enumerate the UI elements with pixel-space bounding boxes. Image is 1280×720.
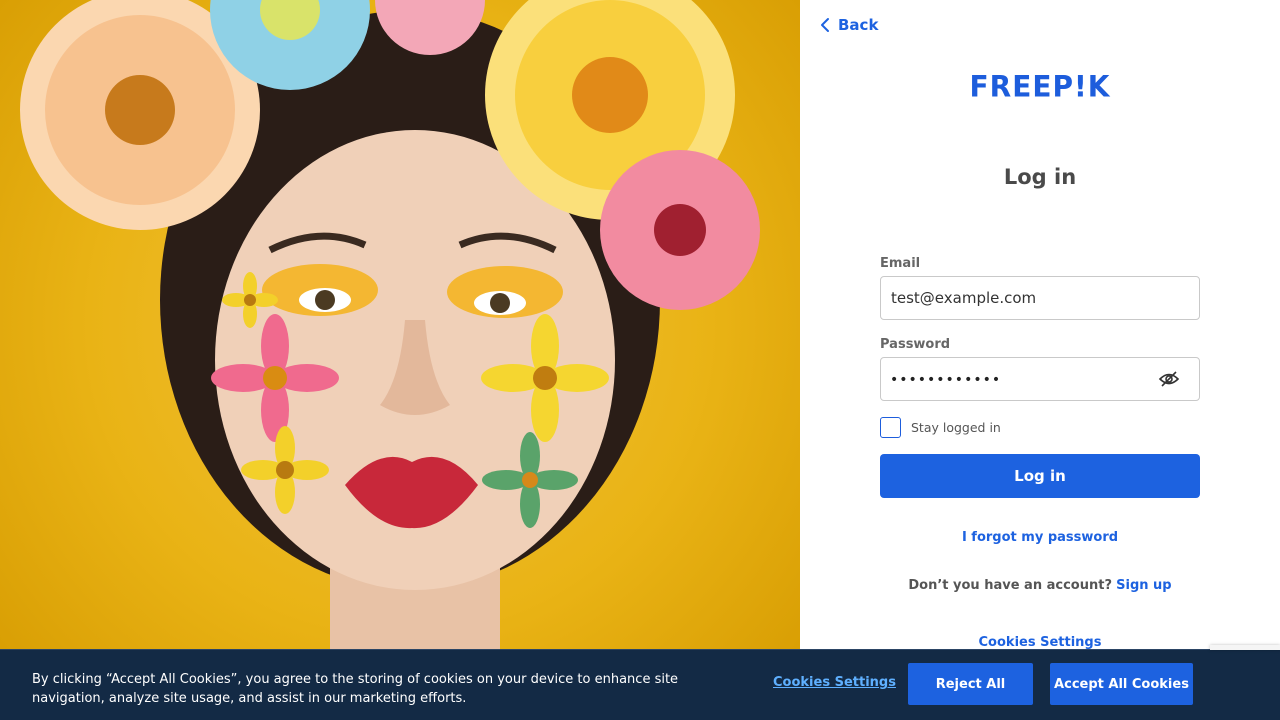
page-title: Log in: [1003, 165, 1077, 189]
login-panel: Back FREEP!K Log in Email Password •••••…: [800, 0, 1280, 720]
freepik-logo: FREEP!K: [800, 69, 1280, 104]
login-button[interactable]: Log in: [880, 454, 1200, 498]
hero-illustration: [20, 0, 760, 720]
email-field[interactable]: [880, 276, 1200, 320]
cookies-settings-link[interactable]: Cookies Settings: [800, 635, 1280, 650]
hero-image: [0, 0, 800, 720]
recaptcha-badge: [1210, 645, 1280, 650]
chevron-left-icon: [821, 18, 829, 32]
password-value: ••••••••••••: [890, 372, 1002, 388]
toggle-password-visibility[interactable]: [1158, 369, 1180, 393]
reject-all-button[interactable]: Reject All: [908, 663, 1033, 705]
stay-logged-in-label: Stay logged in: [911, 420, 1001, 435]
cookie-banner-text: By clicking “Accept All Cookies”, you ag…: [32, 672, 679, 706]
password-label: Password: [880, 337, 951, 352]
no-account-text: Don’t you have an account?: [908, 578, 1112, 593]
cookie-settings-link[interactable]: Cookies Settings: [773, 675, 896, 690]
email-label: Email: [880, 256, 921, 271]
back-button[interactable]: Back: [820, 16, 878, 34]
logo-text: FREEP!K: [969, 69, 1111, 104]
accept-all-cookies-button[interactable]: Accept All Cookies: [1050, 663, 1193, 705]
forgot-password-link[interactable]: I forgot my password: [800, 530, 1280, 545]
back-label: Back: [838, 16, 879, 34]
cookie-banner: By clicking “Accept All Cookies”, you ag…: [0, 649, 1280, 720]
signup-link[interactable]: Sign up: [1116, 578, 1171, 593]
signup-row: Don’t you have an account? Sign up: [800, 578, 1280, 593]
stay-logged-in-checkbox[interactable]: [880, 417, 901, 438]
eye-slash-icon: [1158, 371, 1180, 387]
